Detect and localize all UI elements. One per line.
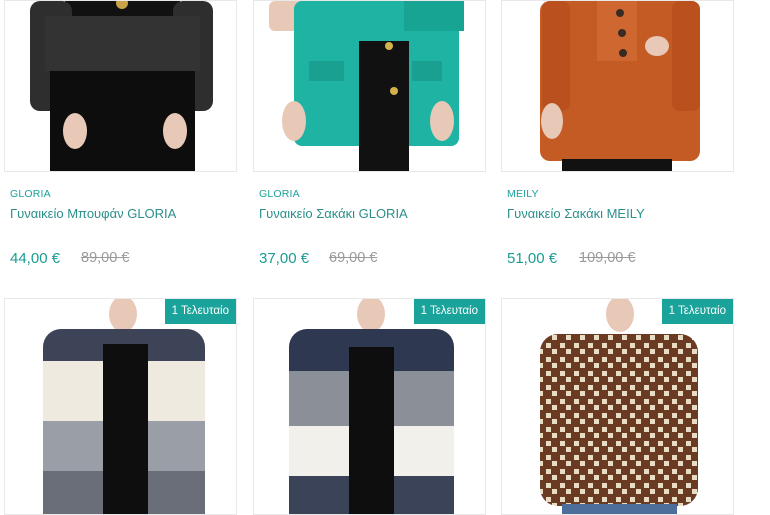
product-image[interactable]: [501, 0, 734, 172]
product-old-price: 109,00 €: [579, 250, 636, 266]
last-item-badge: 1 Τελευταίο: [413, 299, 485, 324]
product-image[interactable]: [4, 0, 237, 172]
product-brand[interactable]: GLORIA: [10, 188, 51, 200]
patterned-blouse-image: [502, 299, 733, 514]
product-image[interactable]: 1 Τελευταίο: [501, 298, 734, 515]
last-item-badge: 1 Τελευταίο: [661, 299, 733, 324]
product-title[interactable]: Γυναικείο Σακάκι GLORIA: [259, 206, 408, 221]
leather-jacket-image: [5, 1, 236, 171]
colorblock-cardigan-image: [254, 299, 485, 514]
product-image[interactable]: 1 Τελευταίο: [4, 298, 237, 515]
last-item-badge: 1 Τελευταίο: [164, 299, 236, 324]
product-title[interactable]: Γυναικείο Μπουφάν GLORIA: [10, 206, 176, 221]
product-price: 51,00 €: [507, 250, 558, 267]
product-brand[interactable]: MEILY: [507, 188, 539, 200]
teal-jacket-image: [254, 1, 485, 171]
striped-cardigan-image: [5, 299, 236, 514]
product-price: 44,00 €: [10, 250, 61, 267]
product-brand[interactable]: GLORIA: [259, 188, 300, 200]
product-title[interactable]: Γυναικείο Σακάκι MEILY: [507, 206, 645, 221]
product-old-price: 89,00 €: [81, 250, 130, 266]
product-image[interactable]: 1 Τελευταίο: [253, 298, 486, 515]
product-price: 37,00 €: [259, 250, 310, 267]
product-image[interactable]: [253, 0, 486, 172]
orange-coat-image: [502, 1, 733, 171]
product-old-price: 69,00 €: [329, 250, 378, 266]
